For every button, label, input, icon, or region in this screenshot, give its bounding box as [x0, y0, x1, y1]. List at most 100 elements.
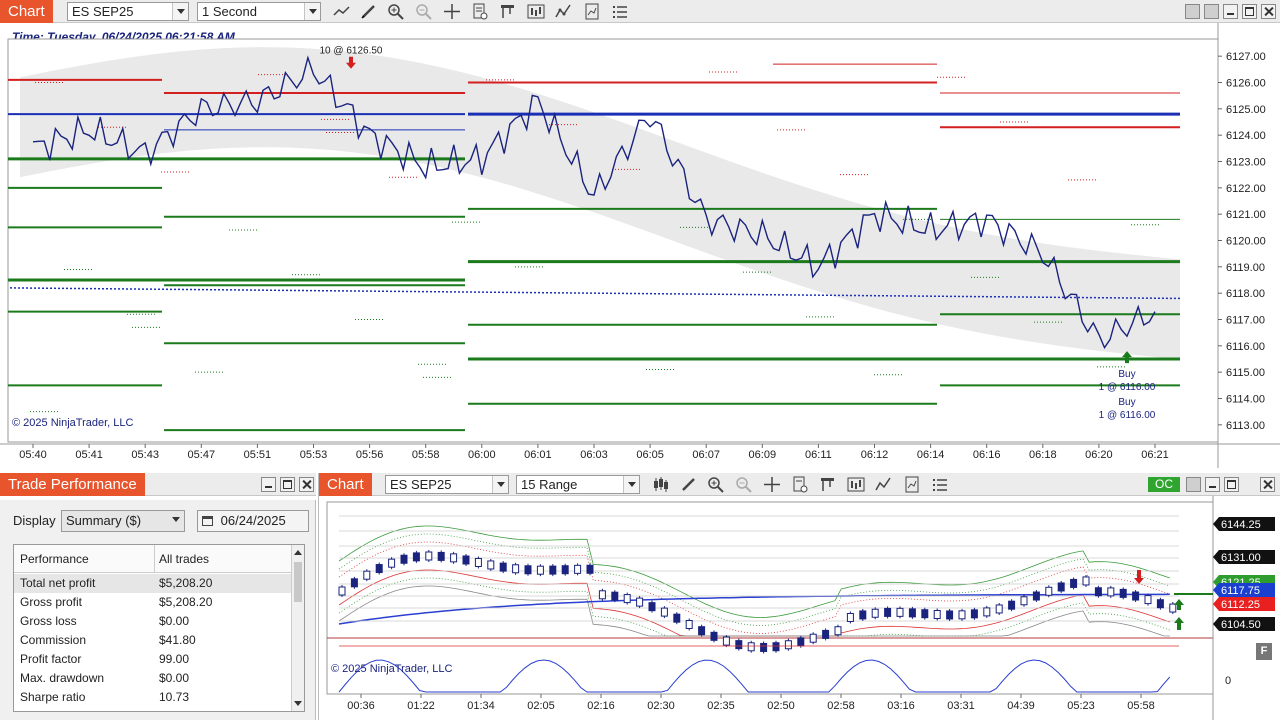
zoom-in-icon[interactable]	[706, 475, 726, 494]
candle-body	[809, 633, 817, 643]
candlestick-icon[interactable]	[651, 475, 671, 494]
minimize-button[interactable]	[1223, 4, 1238, 19]
close-button[interactable]	[1260, 477, 1275, 492]
link-button[interactable]	[1186, 477, 1201, 492]
candle-body	[859, 610, 867, 620]
interval-value: 15 Range	[521, 477, 578, 492]
table-row[interactable]: Commission $41.80	[14, 631, 292, 650]
chevron-down-icon[interactable]	[623, 476, 639, 493]
list-icon[interactable]	[930, 475, 950, 494]
time-axis-label: 02:16	[587, 700, 615, 712]
scroll-up-icon[interactable]	[294, 550, 302, 555]
data-box-icon[interactable]	[902, 475, 922, 494]
candle-body	[375, 564, 383, 574]
candle-body	[350, 578, 358, 588]
col-performance[interactable]: Performance	[20, 545, 89, 573]
candle-body	[1094, 587, 1102, 597]
price-axis-label: 6117.00	[1226, 315, 1265, 327]
candle-body	[1144, 595, 1152, 605]
time-axis-label: 02:35	[707, 700, 735, 712]
table-row[interactable]: Profit factor 99.00	[14, 650, 292, 669]
candle-body	[772, 642, 780, 652]
candle-body	[636, 597, 644, 607]
maximize-button[interactable]	[1242, 4, 1257, 19]
link-button-2[interactable]	[1204, 4, 1219, 19]
chevron-down-icon[interactable]	[304, 3, 320, 20]
buy-quantity: 1 @ 6116.00	[1099, 410, 1156, 421]
tp-minimize-button[interactable]	[261, 477, 276, 492]
row-name: Total net profit	[20, 576, 96, 590]
candle-body	[958, 610, 966, 620]
table-row[interactable]: Max. drawdown $0.00	[14, 669, 292, 688]
candle-body	[400, 554, 408, 564]
table-row[interactable]: Gross loss $0.00	[14, 612, 292, 631]
candle-body	[1082, 576, 1090, 586]
col-all-trades[interactable]: All trades	[159, 545, 209, 573]
scroll-thumb[interactable]	[294, 562, 302, 602]
interval-selector[interactable]: 15 Range	[516, 475, 640, 494]
bottom-price-chart[interactable]: 06144.256131.006121.256117.756112.256104…	[319, 496, 1280, 720]
templates-icon[interactable]	[818, 475, 838, 494]
list-icon[interactable]	[610, 2, 630, 21]
price-tag-label: 6104.50	[1221, 619, 1261, 631]
price-axis-label: 6125.00	[1226, 104, 1266, 116]
crosshair-icon[interactable]	[442, 2, 462, 21]
tp-maximize-button[interactable]	[280, 477, 295, 492]
interval-selector[interactable]: 1 Second	[197, 2, 321, 21]
scroll-down-icon[interactable]	[294, 701, 302, 706]
properties-icon[interactable]	[790, 475, 810, 494]
strategies-icon[interactable]	[526, 2, 546, 21]
chevron-down-icon[interactable]	[492, 476, 508, 493]
indicators-icon[interactable]	[554, 2, 574, 21]
candle-body	[822, 629, 830, 639]
calendar-icon	[202, 516, 213, 526]
chevron-down-icon[interactable]	[168, 511, 184, 531]
zoom-out-icon[interactable]	[414, 2, 434, 21]
link-button[interactable]	[1185, 4, 1200, 19]
zoom-in-icon[interactable]	[386, 2, 406, 21]
candle-body	[524, 565, 532, 575]
candle-body	[747, 642, 755, 652]
zoom-out-icon[interactable]	[734, 475, 754, 494]
chevron-down-icon[interactable]	[172, 3, 188, 20]
candle-body	[388, 558, 396, 568]
price-tag-label: 6112.25	[1221, 599, 1260, 611]
trade-performance-tab[interactable]: Trade Performance	[0, 473, 145, 496]
top-chart-tab[interactable]: Chart	[0, 0, 53, 23]
bottom-chart-tab[interactable]: Chart	[319, 473, 372, 496]
minimize-button[interactable]	[1205, 477, 1220, 492]
row-name: Max. drawdown	[20, 671, 105, 685]
crosshair-icon[interactable]	[762, 475, 782, 494]
f-button[interactable]: F	[1256, 643, 1272, 660]
top-chart-toolbar: Chart ES SEP25 1 Second	[0, 0, 1280, 23]
candle-body	[1057, 582, 1065, 592]
candle-body	[797, 637, 805, 647]
candle-body	[995, 604, 1003, 614]
sell-annotation: 10 @ 6126.50	[320, 46, 383, 57]
close-button[interactable]	[1261, 4, 1276, 19]
display-selector[interactable]: Summary ($)	[61, 510, 185, 532]
strategies-icon[interactable]	[846, 475, 866, 494]
table-row[interactable]: Gross profit $5,208.20	[14, 593, 292, 612]
table-scrollbar[interactable]	[291, 545, 304, 711]
data-box-icon[interactable]	[582, 2, 602, 21]
templates-icon[interactable]	[498, 2, 518, 21]
date-picker[interactable]: 06/24/2025	[197, 510, 309, 532]
top-price-chart[interactable]: 6127.00 6126.00 6125.00 6124.00 6123.00 6122.…	[0, 23, 1280, 468]
maximize-button[interactable]	[1224, 477, 1239, 492]
oc-badge[interactable]: OC	[1148, 477, 1180, 492]
tp-close-button[interactable]	[299, 477, 314, 492]
bottom-chart-window: Chart ES SEP25 15 Range OC 0 6144.25 6131.…	[318, 473, 1280, 720]
instrument-value: ES SEP25	[72, 4, 134, 19]
table-row[interactable]: Total net profit $5,208.20	[14, 574, 292, 593]
candle-body	[871, 608, 879, 618]
indicators-icon[interactable]	[874, 475, 894, 494]
chart-style-icon[interactable]	[332, 2, 352, 21]
pencil-icon[interactable]	[359, 2, 379, 21]
instrument-selector[interactable]: ES SEP25	[67, 2, 189, 21]
properties-icon[interactable]	[470, 2, 490, 21]
instrument-selector[interactable]: ES SEP25	[385, 475, 509, 494]
performance-table: Performance All trades Total net profit $…	[13, 544, 305, 712]
table-row[interactable]: Sharpe ratio 10.73	[14, 688, 292, 707]
pencil-icon[interactable]	[679, 475, 699, 494]
